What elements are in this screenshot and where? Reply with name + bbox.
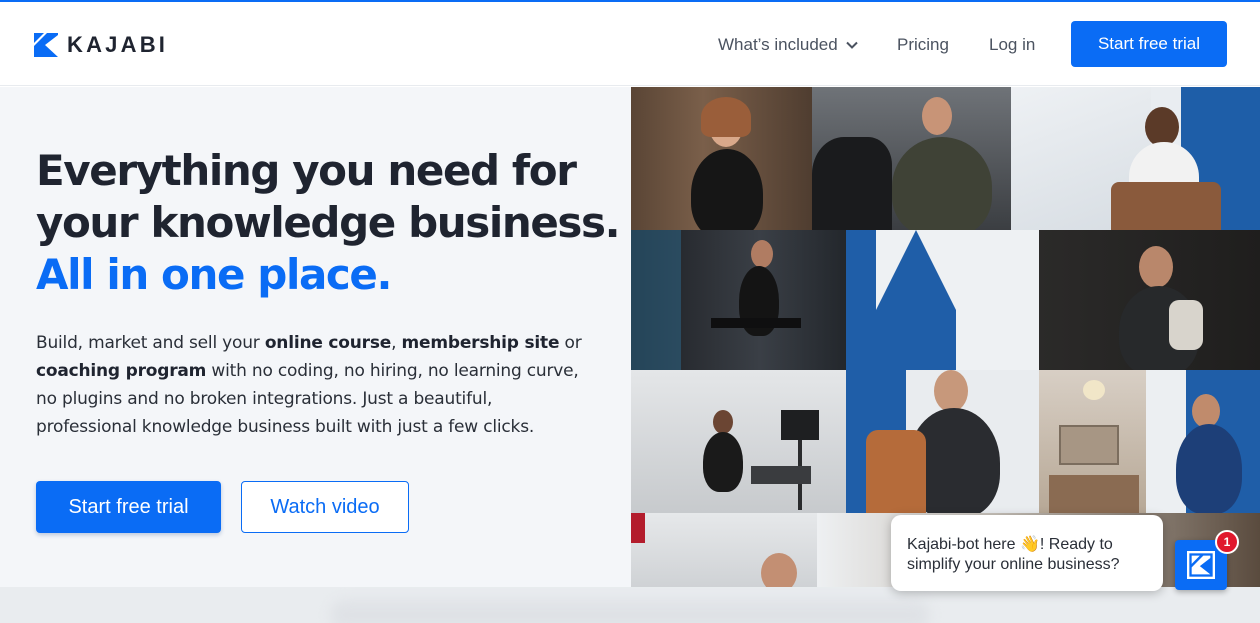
description-bold-online-course: online course bbox=[264, 333, 392, 353]
chat-message-text-start: Kajabi-bot here bbox=[907, 536, 1020, 553]
headline-line-2: your knowledge business. bbox=[36, 198, 621, 247]
nav-login[interactable]: Log in bbox=[989, 35, 1035, 55]
hero-section: Everything you need for your knowledge b… bbox=[0, 87, 631, 587]
header-start-trial-button[interactable]: Start free trial bbox=[1071, 21, 1227, 67]
photo-man-sitting-dark bbox=[1039, 230, 1260, 370]
photo-man-bottom-left bbox=[631, 513, 817, 587]
nav-whats-included-label: What’s included bbox=[718, 35, 838, 54]
waving-hand-emoji: 👋 bbox=[1019, 536, 1040, 553]
kajabi-logo[interactable]: KAJABI bbox=[34, 33, 168, 57]
brand-name: KAJABI bbox=[67, 32, 169, 57]
description-bold-membership-site: membership site bbox=[401, 333, 560, 353]
watch-video-button[interactable]: Watch video bbox=[241, 481, 409, 533]
creator-photo-collage bbox=[631, 87, 1260, 587]
kajabi-chat-icon bbox=[1187, 551, 1215, 579]
photo-woman-at-desk bbox=[1039, 370, 1146, 513]
description-text: Build, market and sell your bbox=[36, 333, 265, 353]
photo-blue-wall-panel bbox=[846, 230, 1039, 370]
photo-woman-presenting-studio bbox=[631, 370, 846, 513]
photo-man-on-motorcycle bbox=[812, 87, 1011, 230]
description-bold-coaching-program: coaching program bbox=[36, 361, 207, 381]
photo-man-blue-shirt bbox=[1146, 370, 1260, 513]
photo-woman-on-bench bbox=[631, 230, 846, 370]
description-text: or bbox=[559, 333, 582, 353]
photo-woman-smiling bbox=[631, 87, 812, 230]
headline-accent: All in one place. bbox=[36, 250, 392, 299]
next-section-shadow bbox=[330, 600, 930, 623]
chat-bot-message[interactable]: Kajabi-bot here 👋! Ready to simplify you… bbox=[891, 515, 1163, 591]
description-text: , bbox=[391, 333, 402, 353]
headline-line-1: Everything you need for bbox=[36, 146, 577, 195]
nav-whats-included[interactable]: What’s included bbox=[718, 35, 858, 55]
notification-badge: 1 bbox=[1215, 530, 1239, 554]
kajabi-logo-icon bbox=[34, 33, 58, 57]
photo-man-in-chair bbox=[1011, 87, 1260, 230]
site-header: KAJABI What’s included Pricing Log in St… bbox=[0, 2, 1260, 86]
hero-headline: Everything you need for your knowledge b… bbox=[36, 145, 621, 301]
chevron-down-icon bbox=[845, 41, 858, 49]
hero-description: Build, market and sell your online cours… bbox=[36, 329, 596, 441]
hero-start-trial-button[interactable]: Start free trial bbox=[36, 481, 221, 533]
photo-man-gesturing bbox=[846, 370, 1039, 513]
nav-pricing[interactable]: Pricing bbox=[897, 35, 949, 55]
